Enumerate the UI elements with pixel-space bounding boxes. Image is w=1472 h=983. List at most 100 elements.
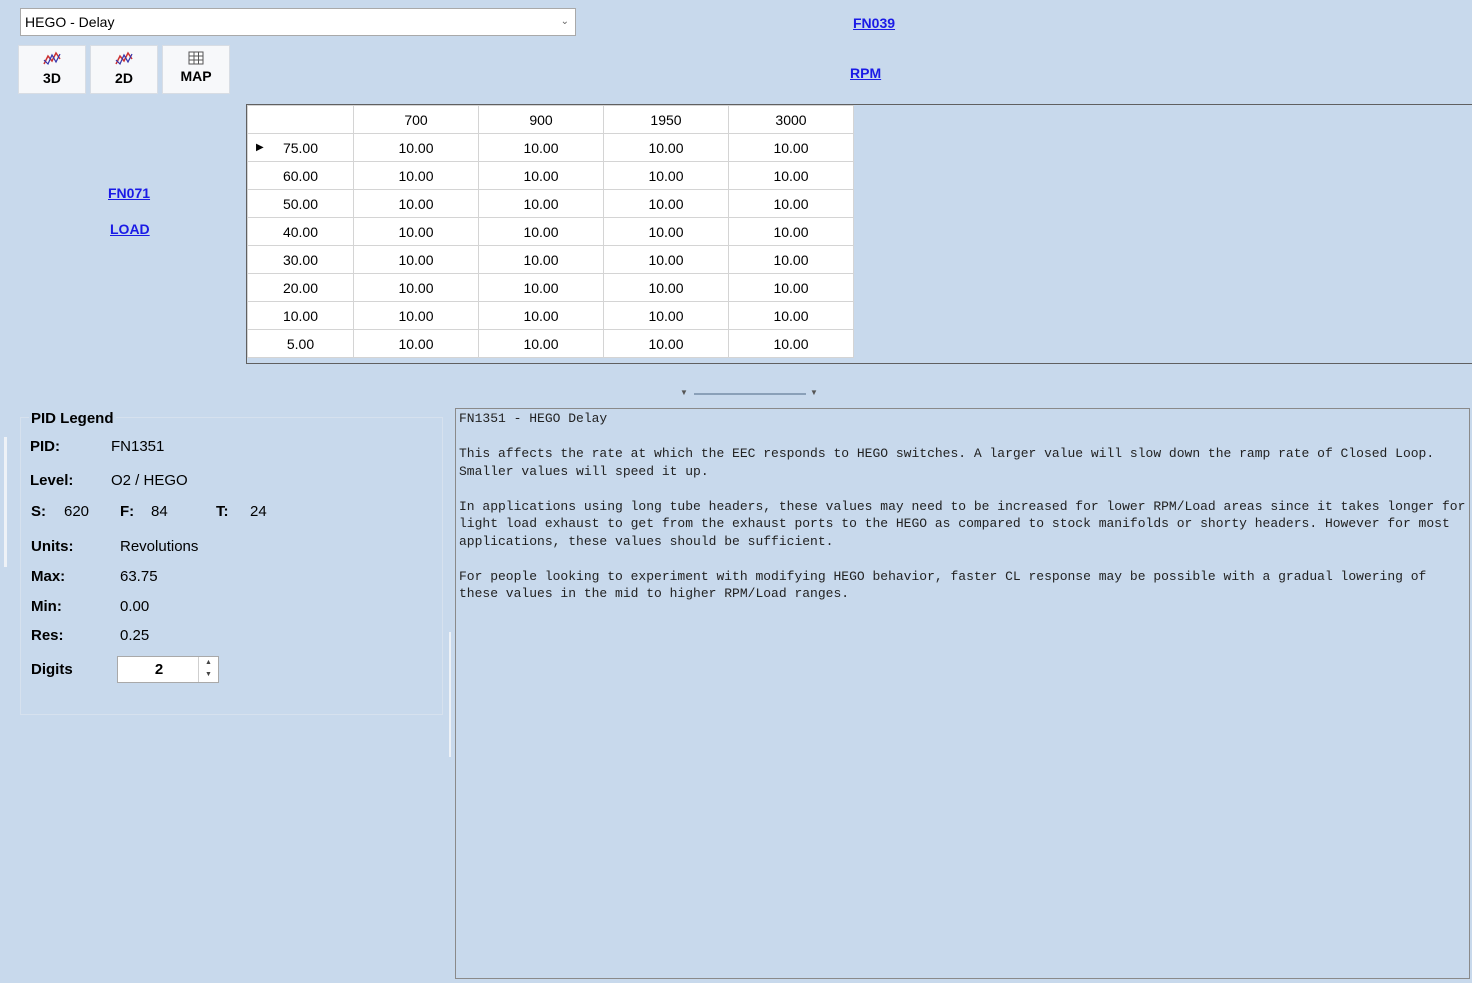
grid-cell[interactable]: 10.00 [478,133,604,162]
grid-row-header[interactable]: 60.00 [247,161,354,190]
pid-legend-panel: PID Legend [20,410,443,715]
digits-stepper[interactable]: 2 ▲ ▼ [117,656,219,683]
grid-cell[interactable]: 10.00 [353,217,479,246]
grid-cell[interactable]: 10.00 [353,273,479,302]
splitter-down-icon[interactable]: ▼ [680,388,688,397]
grid-row-header[interactable]: 30.00 [247,245,354,274]
grid-row-header[interactable]: 40.00 [247,217,354,246]
chevron-down-icon[interactable]: ⌄ [561,16,569,27]
description-paragraph: For people looking to experiment with mo… [459,568,1435,602]
min-label: Min: [31,598,62,615]
grid-cell[interactable]: 10.00 [728,161,854,190]
description-heading: FN1351 - HEGO Delay [459,411,608,426]
grid-cell[interactable]: 10.00 [603,217,729,246]
table-row: 30.00 10.00 10.00 10.00 10.00 [247,245,854,274]
grid-cell[interactable]: 10.00 [353,301,479,330]
view-map-button[interactable]: MAP [162,45,230,94]
grid-cell[interactable]: 10.00 [353,329,479,358]
table-select-dropdown[interactable]: HEGO - Delay ⌄ [20,8,576,36]
grid-cell[interactable]: 10.00 [603,133,729,162]
chart-3d-icon [43,51,61,66]
view-3d-label: 3D [43,70,61,86]
grid-column-header[interactable]: 1950 [603,105,729,134]
grid-cell[interactable]: 10.00 [478,273,604,302]
left-scrollbar[interactable] [0,417,10,983]
table-row: 10.00 10.00 10.00 10.00 10.00 [247,301,854,330]
pid-label: PID: [30,438,60,455]
grid-cell[interactable]: 10.00 [478,301,604,330]
grid-cell[interactable]: 10.00 [603,245,729,274]
grid-cell[interactable]: 10.00 [353,189,479,218]
level-label: Level: [30,472,74,489]
digits-spinner[interactable]: ▲ ▼ [198,657,218,682]
grid-cell[interactable]: 10.00 [728,301,854,330]
grid-cell[interactable]: 10.00 [728,217,854,246]
grid-cell[interactable]: 10.00 [728,189,854,218]
horizontal-splitter[interactable]: ▼ ▼ [680,388,822,398]
table-grid[interactable]: 700 900 1950 3000 ▶ 75.00 10.00 10.00 10.00 1… [247,105,854,358]
vertical-splitter-bar[interactable] [449,632,451,757]
grid-cell[interactable]: 10.00 [478,217,604,246]
left-scrollbar-thumb[interactable] [4,437,7,567]
grid-cell[interactable]: 10.00 [478,189,604,218]
grid-cell[interactable]: 10.00 [478,161,604,190]
description-textbox[interactable]: FN1351 - HEGO Delay This affects the rate… [455,408,1470,979]
grid-cell[interactable]: 10.00 [353,161,479,190]
digits-value[interactable]: 2 [118,661,200,678]
pid-legend-title: PID Legend [29,410,116,427]
table-grid-icon [188,51,204,65]
f-label: F: [120,503,135,520]
grid-row-header[interactable]: ▶ 75.00 [247,133,354,162]
grid-row-header[interactable]: 20.00 [247,273,354,302]
t-value: 24 [250,503,267,520]
x-axis-function-link[interactable]: FN039 [853,15,895,31]
units-value: Revolutions [120,538,199,555]
vertical-splitter[interactable] [446,620,454,765]
table-row: 20.00 10.00 10.00 10.00 10.00 [247,273,854,302]
grid-cell[interactable]: 10.00 [728,133,854,162]
y-axis-function-link[interactable]: FN071 [108,185,150,201]
table-select-value: HEGO - Delay [25,14,115,30]
grid-row-header[interactable]: 10.00 [247,301,354,330]
table-row: 5.00 10.00 10.00 10.00 10.00 [247,329,854,358]
x-axis-name-link[interactable]: RPM [850,65,881,81]
t-label: T: [216,503,229,520]
table-row: 40.00 10.00 10.00 10.00 10.00 [247,217,854,246]
s-value: 620 [64,503,90,520]
grid-cell[interactable]: 10.00 [478,245,604,274]
splitter-down-icon[interactable]: ▼ [810,388,818,397]
grid-column-header[interactable]: 3000 [728,105,854,134]
grid-row-header[interactable]: 50.00 [247,189,354,218]
grid-cell[interactable]: 10.00 [728,273,854,302]
grid-row-label: 40.00 [282,223,319,240]
view-2d-button[interactable]: 2D [90,45,158,94]
max-label: Max: [31,568,66,585]
y-axis-name-link[interactable]: LOAD [110,221,150,237]
description-paragraph: In applications using long tube headers,… [459,498,1466,549]
grid-cell[interactable]: 10.00 [728,329,854,358]
grid-cell[interactable]: 10.00 [353,133,479,162]
grid-cell[interactable]: 10.00 [603,329,729,358]
grid-cell[interactable]: 10.00 [728,245,854,274]
grid-cell[interactable]: 10.00 [603,273,729,302]
description-paragraph: This affects the rate at which the EEC r… [459,446,1442,479]
grid-cell[interactable]: 10.00 [353,245,479,274]
spin-up-icon[interactable]: ▲ [199,657,218,669]
grid-column-header[interactable]: 900 [478,105,604,134]
view-3d-button[interactable]: 3D [18,45,86,94]
grid-row-label: 5.00 [286,335,315,352]
spin-down-icon[interactable]: ▼ [199,669,218,681]
view-map-label: MAP [180,68,212,84]
row-selector-icon: ▶ [256,142,264,153]
min-value: 0.00 [120,598,150,615]
grid-corner-cell [247,105,354,134]
grid-column-header[interactable]: 700 [353,105,479,134]
splitter-bar[interactable] [694,393,806,395]
grid-cell[interactable]: 10.00 [603,161,729,190]
grid-cell[interactable]: 10.00 [603,189,729,218]
res-value: 0.25 [120,627,150,644]
table-row: 50.00 10.00 10.00 10.00 10.00 [247,189,854,218]
grid-cell[interactable]: 10.00 [478,329,604,358]
grid-row-header[interactable]: 5.00 [247,329,354,358]
grid-cell[interactable]: 10.00 [603,301,729,330]
